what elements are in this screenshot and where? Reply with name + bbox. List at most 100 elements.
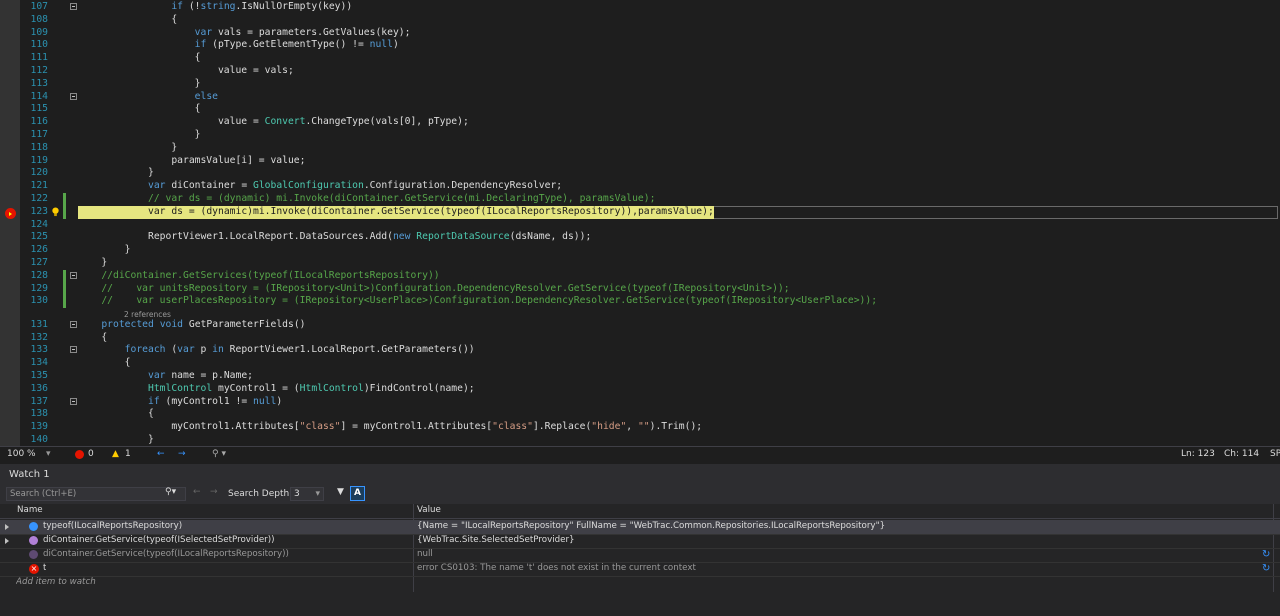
code-line[interactable]: 133 foreach (var p in ReportViewer1.Loca… xyxy=(0,344,1280,357)
line-number: 128 xyxy=(30,269,49,281)
navigate-forward-icon[interactable]: → xyxy=(178,449,186,459)
code-line[interactable]: 119 paramsValue[i] = value; xyxy=(0,155,1280,168)
code-line[interactable]: 122 // var ds = (dynamic) mi.Invoke(diCo… xyxy=(0,193,1280,206)
code-line[interactable]: 112 value = vals; xyxy=(0,65,1280,78)
code-line[interactable]: 121 var diContainer = GlobalConfiguratio… xyxy=(0,180,1280,193)
code-line[interactable]: 117 } xyxy=(0,129,1280,142)
watch-row-value[interactable]: null xyxy=(417,549,433,559)
expand-arrow-icon[interactable] xyxy=(5,538,9,544)
code-text: if (!string.IsNullOrEmpty(key)) xyxy=(171,1,353,12)
add-watch-row[interactable]: Add item to watch xyxy=(0,576,1280,590)
code-line[interactable]: 116 value = Convert.ChangeType(vals[0], … xyxy=(0,116,1280,129)
code-line[interactable]: 138 { xyxy=(0,408,1280,421)
code-line[interactable]: 134 { xyxy=(0,357,1280,370)
code-line[interactable]: 129 // var unitsRepository = (IRepositor… xyxy=(0,282,1280,296)
code-text: if (pType.GetElementType() != null) xyxy=(194,39,399,51)
line-number: 120 xyxy=(30,167,49,179)
collapse-icon[interactable] xyxy=(70,397,77,405)
column-header-name[interactable]: Name xyxy=(17,505,43,515)
code-line[interactable]: 125 ReportViewer1.LocalReport.DataSource… xyxy=(0,231,1280,244)
watch-row[interactable]: × t error CS0103: The name 't' does not … xyxy=(0,562,1280,577)
watch-row[interactable]: diContainer.GetService(typeof(ILocalRepo… xyxy=(0,548,1280,563)
line-number: 122 xyxy=(30,193,49,204)
code-line[interactable]: 137 if (myControl1 != null) xyxy=(0,396,1280,409)
column-header-value[interactable]: Value xyxy=(417,505,441,515)
code-text: else xyxy=(194,90,218,102)
code-line[interactable]: 131 protected void GetParameterFields() xyxy=(0,319,1280,332)
code-text: ReportViewer1.LocalReport.DataSources.Ad… xyxy=(78,231,592,243)
watch-search-input[interactable]: Search (Ctrl+E) xyxy=(6,487,186,501)
watch-row[interactable]: diContainer.GetService(typeof(ISelectedS… xyxy=(0,534,1280,549)
filter-icon[interactable]: ▼ xyxy=(337,487,344,497)
line-number: 121 xyxy=(30,180,49,192)
warning-count[interactable]: 1 xyxy=(125,449,131,459)
watch-row-value[interactable]: error CS0103: The name 't' does not exis… xyxy=(417,563,696,573)
code-line[interactable]: 120 } xyxy=(0,167,1280,180)
line-number: 107 xyxy=(30,1,49,12)
code-line[interactable]: 127 } xyxy=(0,257,1280,270)
codelens-references[interactable]: 2 references xyxy=(124,310,171,319)
line-number: 119 xyxy=(30,154,49,166)
watch-row-name[interactable]: typeof(ILocalReportsRepository) xyxy=(43,521,182,531)
code-line[interactable]: 114 else xyxy=(0,91,1280,104)
line-number: 113 xyxy=(30,77,49,89)
code-text: foreach (var p in ReportViewer1.LocalRep… xyxy=(124,344,475,356)
code-line[interactable]: 118 } xyxy=(0,142,1280,155)
code-line[interactable]: 140 } xyxy=(0,434,1280,446)
code-line[interactable]: 115 { xyxy=(0,103,1280,116)
add-item-placeholder[interactable]: Add item to watch xyxy=(16,577,96,587)
code-editor[interactable]: 107 if (!string.IsNullOrEmpty(key)) 108 {… xyxy=(0,0,1280,446)
code-line[interactable]: 136 HtmlControl myControl1 = (HtmlContro… xyxy=(0,383,1280,396)
zoom-dropdown-icon[interactable]: ▾ xyxy=(46,449,51,459)
code-text: var vals = parameters.GetValues(key); xyxy=(194,26,411,38)
collapse-icon[interactable] xyxy=(70,3,77,10)
code-line[interactable]: 126 } xyxy=(0,244,1280,257)
code-line[interactable]: 132 { xyxy=(0,332,1280,345)
collapse-icon[interactable] xyxy=(70,92,77,100)
zoom-level[interactable]: 100 % xyxy=(7,449,36,459)
collapse-icon[interactable] xyxy=(70,320,77,328)
watch-row-value[interactable]: {Name = "ILocalReportsRepository" FullNa… xyxy=(417,521,885,531)
code-line[interactable]: 139 myControl1.Attributes["class"] = myC… xyxy=(0,421,1280,434)
expand-arrow-icon[interactable] xyxy=(5,524,9,530)
code-line[interactable]: 107 if (!string.IsNullOrEmpty(key)) xyxy=(0,1,1280,14)
code-text: { xyxy=(78,357,131,369)
search-forward-icon[interactable]: → xyxy=(210,487,218,497)
watch-title[interactable]: Watch 1 xyxy=(9,469,50,480)
watch-grid-header: Name Value xyxy=(0,504,1280,519)
lightbulb-icon[interactable] xyxy=(51,207,60,217)
code-line[interactable]: 109 var vals = parameters.GetValues(key)… xyxy=(0,27,1280,40)
watch-row-value[interactable]: {WebTrac.Site.SelectedSetProvider} xyxy=(417,535,575,545)
code-line[interactable]: 135 var name = p.Name; xyxy=(0,370,1280,383)
line-number: 112 xyxy=(30,65,49,76)
watch-row-name[interactable]: diContainer.GetService(typeof(ILocalRepo… xyxy=(43,549,289,559)
warning-icon: ▲ xyxy=(112,449,119,459)
search-depth-select[interactable]: 3 ▾ xyxy=(290,487,324,501)
navigate-back-icon[interactable]: ← xyxy=(157,449,165,459)
code-line[interactable]: 130 // var userPlacesRepository = (IRepo… xyxy=(0,295,1280,309)
code-cleanup-icon[interactable]: ⚲ ▾ xyxy=(212,449,226,459)
watch-row[interactable]: typeof(ILocalReportsRepository) {Name = … xyxy=(0,520,1280,535)
error-count[interactable]: 0 xyxy=(88,449,94,459)
code-line[interactable]: 128 //diContainer.GetServices(typeof(ILo… xyxy=(0,269,1280,283)
search-back-icon[interactable]: ← xyxy=(193,487,201,497)
watch-row-name[interactable]: t xyxy=(43,563,46,573)
line-number: 137 xyxy=(30,395,49,407)
collapse-icon[interactable] xyxy=(70,271,77,279)
search-icon[interactable]: ⚲▾ xyxy=(165,487,176,497)
refresh-icon[interactable]: ↻ xyxy=(1262,563,1270,574)
refresh-icon[interactable]: ↻ xyxy=(1262,549,1270,560)
object-icon xyxy=(29,550,38,559)
watch-row-name[interactable]: diContainer.GetService(typeof(ISelectedS… xyxy=(43,535,275,545)
code-text: value = vals; xyxy=(78,65,294,76)
code-line[interactable]: 110 if (pType.GetElementType() != null) xyxy=(0,39,1280,52)
code-line[interactable]: 108 { xyxy=(0,14,1280,27)
code-line[interactable]: 123 var ds = (dynamic)mi.Invoke(diContai… xyxy=(0,205,1280,219)
code-line[interactable]: 124 xyxy=(0,219,1280,232)
collapse-icon[interactable] xyxy=(70,346,77,354)
code-line[interactable]: 111 { xyxy=(0,52,1280,65)
line-number: 140 xyxy=(30,433,49,445)
search-depth-label: Search Depth: xyxy=(228,489,293,499)
format-toggle-icon[interactable]: A xyxy=(350,486,365,501)
code-line[interactable]: 113 } xyxy=(0,78,1280,91)
